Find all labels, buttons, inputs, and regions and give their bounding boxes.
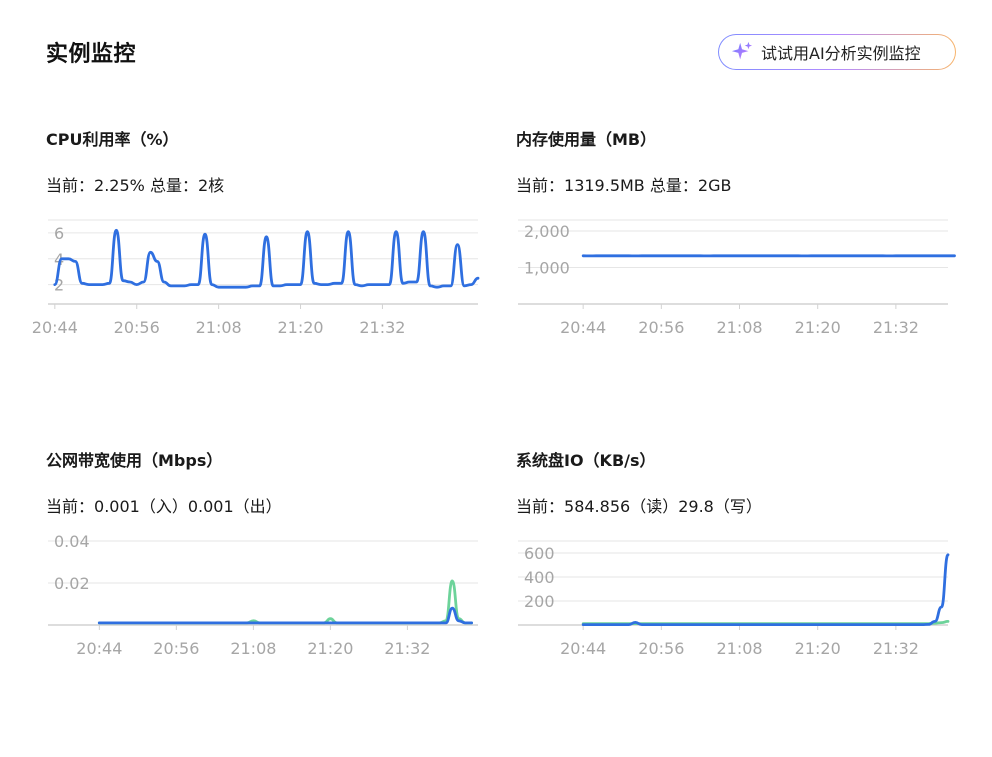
- disk-io-panel-title: 系统盘IO（KB/s）: [516, 451, 656, 470]
- cpu-total-label: 总量：: [149, 176, 198, 195]
- x-tick-label: 21:20: [307, 639, 353, 658]
- disk-io-write-suffix: （写）: [713, 497, 762, 516]
- x-tick-label: 21:20: [795, 318, 841, 337]
- x-tick-label: 21:08: [196, 318, 242, 337]
- x-tick-label: 21:32: [873, 318, 919, 337]
- x-tick-label: 20:56: [638, 639, 684, 658]
- memory-current-line: 当前：1319.5MB 总量：2GB: [516, 172, 731, 196]
- y-tick-label: 0.04: [54, 532, 90, 551]
- disk-io-panel: 系统盘IO（KB/s） 当前：584.856（读）29.8（写） 200 400 6…: [516, 447, 956, 727]
- page-title: 实例监控: [46, 42, 137, 67]
- memory-total-value: 2GB: [697, 176, 732, 195]
- cpu-current-line: 当前：2.25% 总量：2核: [46, 172, 224, 196]
- y-tick-label: 600: [524, 544, 555, 563]
- x-tick-label: 21:32: [384, 639, 430, 658]
- series-line: [581, 553, 950, 626]
- y-tick-label: 2,000: [524, 222, 570, 241]
- memory-current-value: 1319.5MB: [564, 176, 645, 195]
- sparkle-icon: [731, 41, 753, 60]
- bandwidth-chart: 0.02 0.04 20:44 20:56 21:08 21:20 21:32: [48, 532, 478, 658]
- memory-current-prefix: 当前：: [516, 176, 565, 195]
- y-tick-label: 400: [524, 568, 555, 587]
- cpu-chart: 24620:44 20:56 21:08 21:20 21:32: [32, 219, 480, 337]
- x-tick-label: 20:44: [32, 318, 78, 337]
- memory-panel-title: 内存使用量（MB）: [516, 130, 657, 149]
- cpu-current-value: 2.25%: [94, 176, 145, 195]
- bandwidth-current-line: 当前：0.001（入）0.001（出）: [46, 493, 282, 517]
- y-tick-label: 1,000: [524, 258, 570, 277]
- cpu-panel-title: CPU利用率（%）: [46, 130, 179, 149]
- memory-total-label: 总量：: [649, 176, 698, 195]
- x-tick-label: 21:08: [716, 318, 762, 337]
- disk-io-current-prefix: 当前：: [516, 497, 565, 516]
- x-tick-label: 21:32: [873, 639, 919, 658]
- x-tick-label: 20:44: [560, 318, 606, 337]
- bandwidth-panel: 公网带宽使用（Mbps） 当前：0.001（入）0.001（出） 0.02 0.0…: [46, 447, 486, 727]
- x-tick-label: 20:56: [153, 639, 199, 658]
- bandwidth-out-value: 0.001: [187, 497, 234, 516]
- x-tick-label: 20:56: [114, 318, 160, 337]
- y-tick-label: 6: [54, 224, 64, 243]
- bandwidth-in-suffix: （入）: [139, 497, 188, 516]
- disk-io-read-value: 584.856: [564, 497, 631, 516]
- y-tick-label: 200: [524, 592, 555, 611]
- memory-chart: 1,000 2,000 20:44 20:56 21:08 21:20 21:32: [518, 219, 956, 337]
- x-tick-label: 20:44: [76, 639, 122, 658]
- bandwidth-in-value: 0.001: [94, 497, 140, 516]
- x-tick-label: 21:08: [716, 639, 762, 658]
- y-tick-label: 0.02: [54, 574, 90, 593]
- ai-analyze-button-inner[interactable]: 试试用AI分析实例监控: [719, 35, 955, 69]
- bandwidth-panel-title: 公网带宽使用（Mbps）: [46, 451, 223, 470]
- bandwidth-current-prefix: 当前：: [46, 497, 95, 516]
- disk-io-current-line: 当前：584.856（读）29.8（写）: [516, 493, 762, 517]
- x-tick-label: 21:20: [277, 318, 323, 337]
- disk-io-chart: 200 400 600 20:44 20:56 21:08 21:20 21:32: [518, 540, 950, 658]
- cpu-current-prefix: 当前：: [46, 176, 95, 195]
- cpu-panel: CPU利用率（%） 当前：2.25% 总量：2核 2 4 6 20:44 20:56 21…: [32, 126, 486, 406]
- ai-analyze-button[interactable]: 试试用AI分析实例监控: [718, 34, 956, 70]
- memory-panel: 内存使用量（MB） 当前：1319.5MB 总量：2GB 1,000 2,000 2…: [516, 126, 956, 406]
- cpu-total-value: 2核: [197, 176, 225, 195]
- ai-analyze-label: 试试用AI分析实例监控: [761, 44, 921, 63]
- disk-io-write-value: 29.8: [678, 497, 714, 516]
- disk-io-read-suffix: （读）: [630, 497, 679, 516]
- series-line: [97, 606, 473, 625]
- x-tick-label: 20:56: [638, 318, 684, 337]
- x-tick-label: 20:44: [560, 639, 606, 658]
- x-tick-label: 21:08: [230, 639, 276, 658]
- x-tick-label: 21:32: [359, 318, 405, 337]
- x-tick-label: 21:20: [795, 639, 841, 658]
- series-line: [97, 579, 473, 625]
- bandwidth-out-suffix: （出）: [233, 497, 282, 516]
